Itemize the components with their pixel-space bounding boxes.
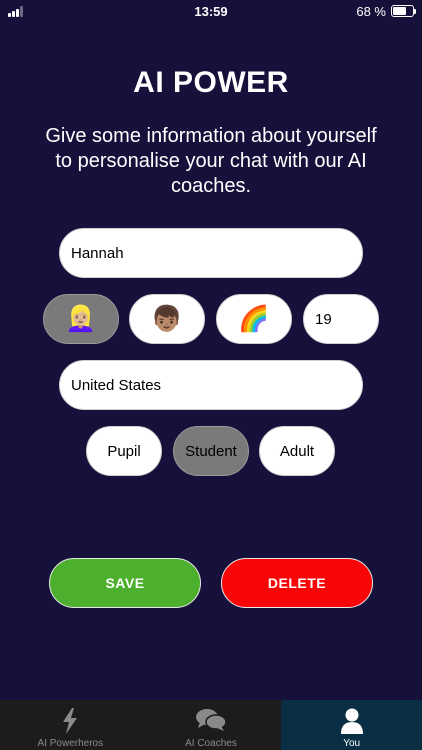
page-subtitle: Give some information about yourself to … (45, 125, 377, 197)
tab-ai-coaches[interactable]: AI Coaches (141, 700, 282, 750)
tab-label: You (343, 738, 361, 749)
delete-button[interactable]: DELETE (221, 558, 373, 608)
battery-percentage: 68 % (356, 4, 386, 19)
avatar-option-boy[interactable]: 👦🏽 (129, 294, 205, 344)
avatar-option-rainbow[interactable]: 🌈 (216, 294, 292, 344)
tab-ai-powerheros[interactable]: AI Powerheros (0, 700, 141, 750)
name-input[interactable]: Hannah (59, 228, 363, 278)
country-input[interactable]: United States (59, 360, 363, 410)
role-option-adult[interactable]: Adult (259, 426, 335, 476)
page-title: AI POWER (133, 66, 289, 99)
chat-bubbles-icon (195, 709, 226, 731)
role-option-pupil[interactable]: Pupil (86, 426, 162, 476)
role-option-student[interactable]: Student (173, 426, 249, 476)
status-bar: 13:59 68 % (0, 0, 422, 24)
avatar-option-blonde-woman[interactable]: 👱🏼‍♀️ (43, 294, 119, 344)
tab-bar: AI Powerheros AI Coaches You (0, 700, 422, 750)
age-input[interactable]: 19 (303, 294, 379, 344)
lightning-icon (63, 708, 78, 734)
person-icon (340, 708, 363, 734)
battery-icon (391, 5, 416, 17)
save-button[interactable]: SAVE (49, 558, 201, 608)
tab-label: AI Coaches (185, 738, 237, 749)
tab-label: AI Powerheros (37, 738, 104, 749)
tab-you[interactable]: You (281, 700, 422, 750)
